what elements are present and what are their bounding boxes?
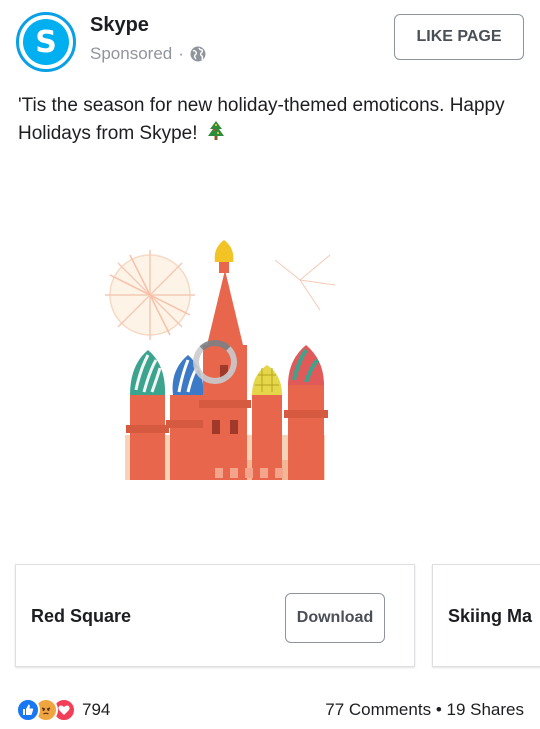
shares-link[interactable]: 19 Shares	[447, 700, 525, 719]
cathedral-illustration[interactable]	[0, 170, 540, 550]
like-page-button[interactable]: LIKE PAGE	[394, 14, 524, 60]
globe-icon	[190, 46, 206, 62]
post-text: 'Tis the season for new holiday-themed e…	[18, 92, 518, 148]
engagement-stats: 77 Comments • 19 Shares	[325, 700, 524, 720]
loading-spinner-icon	[193, 340, 237, 384]
product-carousel[interactable]: Red Square Download Skiing Ma	[0, 563, 540, 669]
carousel-card-skiing[interactable]: Skiing Ma	[432, 564, 540, 667]
post-footer: 794 77 Comments • 19 Shares	[16, 696, 524, 726]
carousel-card-red-square[interactable]: Red Square Download	[15, 564, 415, 667]
page-name[interactable]: Skype	[90, 14, 149, 37]
card-title: Skiing Ma	[448, 606, 533, 626]
post-meta: Sponsored ·	[90, 44, 206, 64]
reactions-summary[interactable]: 794	[16, 698, 110, 722]
firework-right	[274, 254, 336, 311]
reaction-count: 794	[82, 700, 111, 719]
firework-left	[105, 250, 195, 340]
post-header: S Skype Sponsored · LIKE PAGE	[16, 12, 524, 74]
skype-logo-icon: S	[23, 19, 69, 65]
meta-separator: ·	[178, 44, 184, 63]
like-reaction-icon	[16, 698, 40, 722]
page-avatar[interactable]: S	[16, 12, 76, 72]
card-title: Red Square	[31, 606, 132, 626]
sponsored-label[interactable]: Sponsored	[90, 44, 172, 64]
stats-separator: •	[435, 700, 442, 719]
comments-link[interactable]: 77 Comments	[325, 700, 431, 719]
christmas-tree-icon	[207, 121, 224, 140]
post-message: 'Tis the season for new holiday-themed e…	[18, 95, 505, 144]
download-button[interactable]: Download	[285, 593, 385, 643]
